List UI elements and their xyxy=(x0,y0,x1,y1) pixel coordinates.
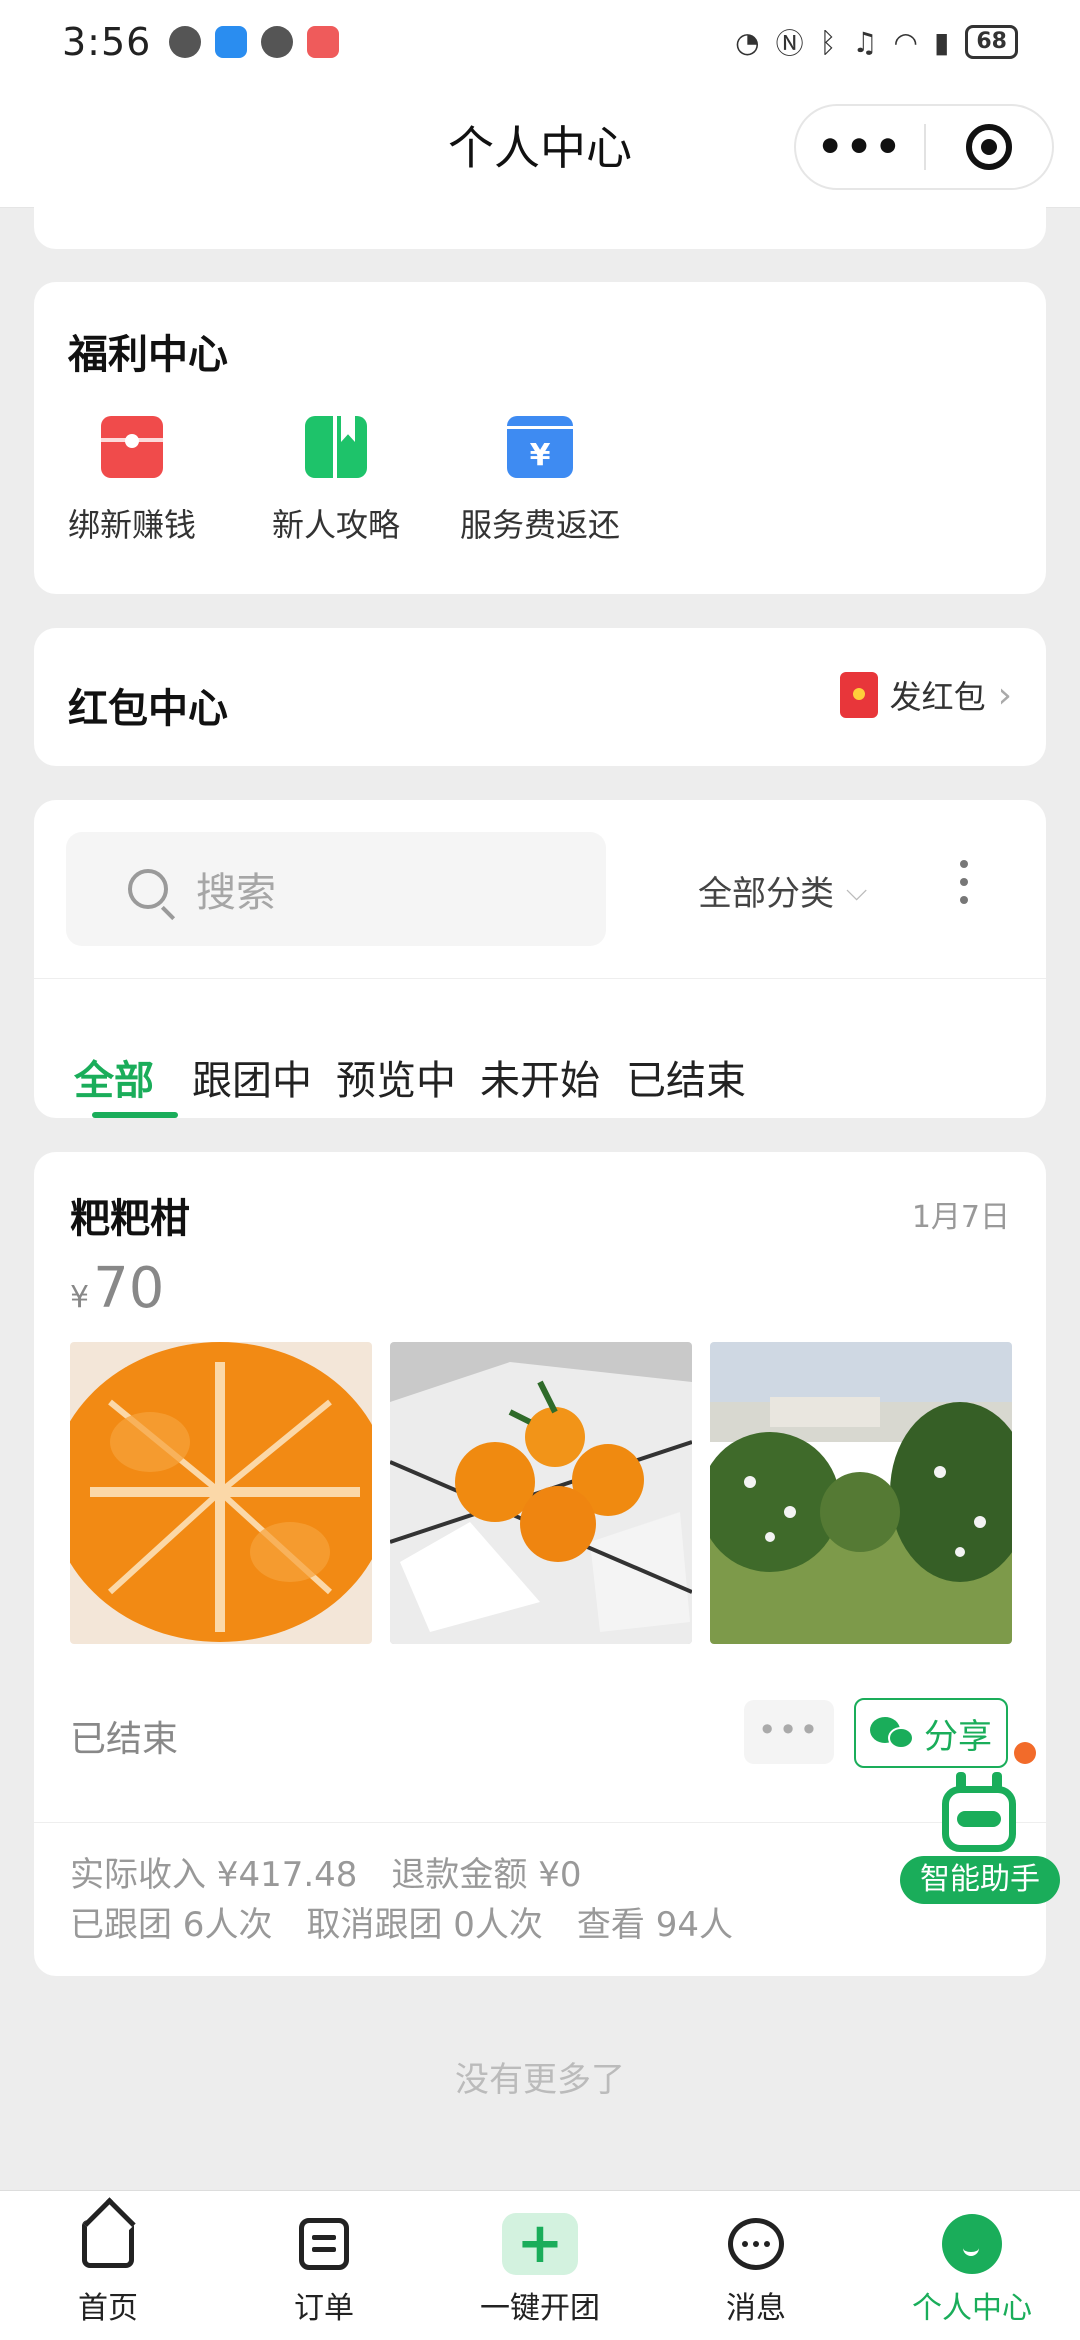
tab-orders-label: 订单 xyxy=(294,2291,354,2326)
search-input[interactable]: 搜索 xyxy=(66,832,606,946)
wechat-icon xyxy=(870,1715,916,1751)
red-packet-card: 红包中心 发红包 › xyxy=(34,628,1046,766)
divider xyxy=(34,978,1046,979)
profile-icon xyxy=(942,2214,1002,2274)
search-placeholder: 搜索 xyxy=(196,870,276,916)
tab-ended[interactable]: 已结束 xyxy=(626,1048,746,1106)
category-label: 全部分类 xyxy=(698,874,834,914)
order-icon xyxy=(299,2218,349,2270)
category-dropdown[interactable]: 全部分类 ⌵ xyxy=(698,866,867,915)
signal-4g-icon: ▮ xyxy=(933,25,950,59)
product-photo-orange-segments[interactable] xyxy=(70,1342,372,1644)
red-packet-title: 红包中心 xyxy=(68,686,228,732)
more-actions-button[interactable]: ••• xyxy=(744,1700,834,1764)
view-count: 查看 94人 xyxy=(576,1905,733,1945)
red-packet-icon xyxy=(839,672,878,718)
welfare-item-fee-refund[interactable]: ¥ 服务费返还 xyxy=(440,416,640,546)
tab-in-progress[interactable]: 跟团中 xyxy=(192,1048,312,1106)
tab-all[interactable]: 全部 xyxy=(74,1048,154,1106)
product-price: ¥70 xyxy=(70,1256,164,1321)
welfare-item-label: 绑新赚钱 xyxy=(67,506,196,544)
wifi-icon: ◠ xyxy=(893,25,918,59)
group-buy-card[interactable]: 粑粑柑 1月7日 ¥70 已结束 ••• 分享 实际收入 ¥417.48 退款金… xyxy=(34,1152,1046,1976)
search-icon xyxy=(128,869,168,909)
tab-messages[interactable]: 消息 xyxy=(666,2213,846,2327)
group-filter-card: 搜索 全部分类 ⌵ 全部 跟团中 预览中 未开始 已结束 xyxy=(34,800,1046,1118)
bluetooth-icon: ᛒ xyxy=(819,25,837,59)
tab-home-label: 首页 xyxy=(78,2291,138,2326)
tab-orders[interactable]: 订单 xyxy=(234,2213,414,2327)
previous-card-bottom xyxy=(34,195,1046,249)
wechat-notification-icon-2 xyxy=(261,26,294,58)
welfare-item-guide[interactable]: 新人攻略 xyxy=(236,416,436,546)
tab-messages-label: 消息 xyxy=(726,2291,786,2326)
chevron-down-icon: ⌵ xyxy=(846,873,868,907)
robot-icon xyxy=(942,1786,1016,1852)
weather-notification-icon xyxy=(215,26,248,58)
stats-row-income: 实际收入 ¥417.48 退款金额 ¥0 xyxy=(70,1850,767,1900)
share-label: 分享 xyxy=(924,1716,992,1757)
smart-assistant-label: 智能助手 xyxy=(900,1856,1060,1904)
joined-count: 已跟团 6人次 xyxy=(70,1905,273,1945)
close-miniprogram-button[interactable] xyxy=(926,124,1052,170)
tab-not-started[interactable]: 未开始 xyxy=(480,1048,600,1106)
tab-profile-label: 个人中心 xyxy=(912,2291,1032,2326)
share-button[interactable]: 分享 xyxy=(854,1698,1008,1768)
plus-icon: + xyxy=(502,2213,578,2275)
app-notification-icon xyxy=(307,26,340,58)
status-time: 3:56 xyxy=(62,20,152,64)
group-stats: 实际收入 ¥417.48 退款金额 ¥0 已跟团 6人次 取消跟团 0人次 查看 94… xyxy=(70,1850,767,1950)
currency-symbol: ¥ xyxy=(70,1280,90,1315)
nfc-icon: Ⓝ xyxy=(775,27,804,60)
product-name: 粑粑柑 xyxy=(70,1196,190,1242)
status-bar: 3:56 ◔ Ⓝ ᛒ ♫ ◠ ▮ 68 xyxy=(0,0,1080,84)
guide-book-icon xyxy=(305,416,367,478)
more-menu-button[interactable]: ••• xyxy=(796,126,924,168)
refund-amount: 退款金额 ¥0 xyxy=(391,1855,582,1895)
actual-income: 实际收入 ¥417.48 xyxy=(70,1855,358,1895)
welfare-item-label: 服务费返还 xyxy=(459,506,620,544)
group-status: 已结束 xyxy=(70,1719,179,1760)
home-icon xyxy=(82,2220,134,2268)
welfare-item-bind-new[interactable]: 绑新赚钱 xyxy=(32,416,232,546)
product-date: 1月7日 xyxy=(911,1200,1010,1235)
mute-icon: ♫ xyxy=(852,25,878,59)
red-envelope-icon xyxy=(101,416,163,478)
no-more-text: 没有更多了 xyxy=(455,2060,625,2100)
welfare-center-card: 福利中心 绑新赚钱 新人攻略 ¥ 服务费返还 xyxy=(34,282,1046,594)
active-tab-indicator xyxy=(92,1112,178,1118)
notification-icons xyxy=(169,26,340,58)
wechat-notification-icon xyxy=(169,26,202,58)
welfare-item-label: 新人攻略 xyxy=(271,506,400,544)
battery-icon: 68 xyxy=(965,25,1018,59)
product-photo-orchard[interactable] xyxy=(710,1342,1012,1644)
message-icon xyxy=(728,2218,784,2270)
tab-home[interactable]: 首页 xyxy=(18,2213,198,2327)
yen-refund-icon: ¥ xyxy=(507,416,573,478)
smart-assistant-button[interactable]: 智能助手 xyxy=(900,1772,1060,1904)
tab-profile[interactable]: 个人中心 xyxy=(882,2213,1062,2327)
stats-row-participants: 已跟团 6人次 取消跟团 0人次 查看 94人 xyxy=(70,1900,767,1950)
chevron-right-icon: › xyxy=(997,674,1012,716)
miniprogram-capsule: ••• xyxy=(794,104,1054,190)
send-red-packet-button[interactable]: 发红包 › xyxy=(839,672,1012,718)
product-photo-oranges-in-paper[interactable] xyxy=(390,1342,692,1644)
tab-preview[interactable]: 预览中 xyxy=(336,1048,456,1106)
price-value: 70 xyxy=(93,1256,165,1321)
system-icons: ◔ Ⓝ ᛒ ♫ ◠ ▮ 68 xyxy=(735,22,1018,62)
divider xyxy=(34,1822,1046,1823)
status-tabs: 全部 跟团中 预览中 未开始 已结束 xyxy=(34,1020,1046,1118)
product-photos xyxy=(70,1342,1012,1644)
bottom-tab-bar: 首页 订单 + 一键开团 消息 个人中心 xyxy=(0,2190,1080,2340)
tab-quick-open-group[interactable]: + 一键开团 xyxy=(450,2213,630,2327)
tab-quick-open-label: 一键开团 xyxy=(480,2291,600,2326)
nav-bar: 个人中心 ••• xyxy=(0,84,1080,208)
more-options-icon[interactable] xyxy=(960,860,968,904)
send-red-packet-label: 发红包 xyxy=(889,678,986,716)
data-speed-icon: ◔ xyxy=(735,25,760,59)
welfare-center-title: 福利中心 xyxy=(68,332,228,378)
target-icon xyxy=(965,124,1012,170)
notification-dot xyxy=(1014,1742,1036,1764)
cancelled-count: 取消跟团 0人次 xyxy=(306,1905,543,1945)
